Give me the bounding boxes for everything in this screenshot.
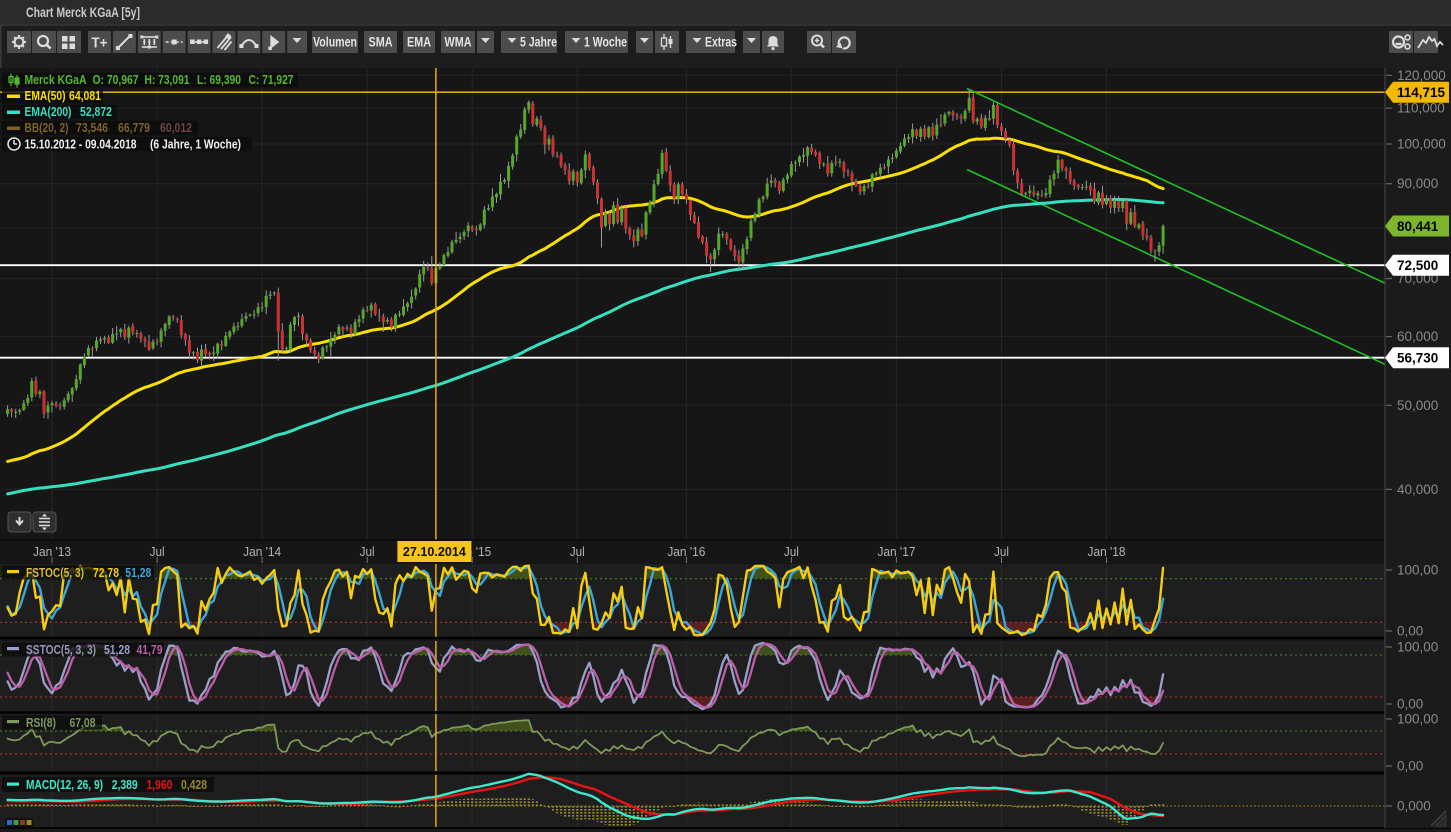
svg-text:114,715: 114,715 [1397, 85, 1446, 100]
svg-text:1,960: 1,960 [146, 777, 172, 792]
svg-text:Jan '13: Jan '13 [33, 544, 71, 559]
svg-text:Jan '18: Jan '18 [1088, 544, 1126, 559]
svg-text:0,00: 0,00 [1397, 697, 1423, 712]
svg-text:O: 70,967: O: 70,967 [93, 72, 139, 87]
svg-text:L: 69,390: L: 69,390 [197, 72, 241, 87]
svg-text:56,730: 56,730 [1397, 351, 1438, 366]
svg-text:60,000: 60,000 [1397, 329, 1438, 344]
svg-text:Extras: Extras [705, 35, 737, 50]
svg-text:100,00: 100,00 [1397, 563, 1438, 578]
svg-text:RSI(8): RSI(8) [26, 715, 56, 730]
svg-text:100,00: 100,00 [1397, 640, 1438, 655]
svg-text:Jul: Jul [570, 544, 585, 559]
svg-text:66,779: 66,779 [118, 120, 150, 135]
svg-text:Chart Merck KGaA [5y]: Chart Merck KGaA [5y] [26, 5, 140, 20]
svg-text:BB(20, 2): BB(20, 2) [25, 120, 69, 135]
svg-text:72,500: 72,500 [1397, 258, 1438, 273]
svg-text:EMA(50): EMA(50) [25, 88, 66, 103]
svg-text:2,389: 2,389 [112, 777, 138, 792]
svg-text:60,012: 60,012 [160, 120, 192, 135]
svg-text:0,00: 0,00 [1397, 624, 1423, 639]
svg-text:FSTOC(5, 3): FSTOC(5, 3) [26, 565, 84, 580]
svg-text:Jul: Jul [360, 544, 375, 559]
svg-text:Merck KGaA: Merck KGaA [25, 72, 87, 87]
svg-text:0,428: 0,428 [181, 777, 207, 792]
svg-text:50,000: 50,000 [1397, 398, 1438, 413]
svg-text:Jan '17: Jan '17 [877, 544, 915, 559]
svg-text:51,28: 51,28 [104, 642, 130, 657]
svg-text:90,000: 90,000 [1397, 176, 1438, 191]
svg-text:100,00: 100,00 [1397, 712, 1438, 727]
svg-text:(6 Jahre, 1 Woche): (6 Jahre, 1 Woche) [150, 137, 241, 152]
svg-text:T+: T+ [92, 35, 108, 52]
svg-text:H: 73,091: H: 73,091 [145, 72, 190, 87]
svg-text:64,081: 64,081 [69, 88, 101, 103]
svg-text:27.10.2014: 27.10.2014 [403, 544, 467, 559]
svg-text:Jul: Jul [994, 544, 1009, 559]
svg-text:SMA: SMA [369, 35, 393, 50]
svg-text:51,28: 51,28 [125, 565, 151, 580]
svg-text:52,872: 52,872 [80, 104, 112, 119]
svg-text:Jul: Jul [784, 544, 799, 559]
svg-text:110,000: 110,000 [1397, 101, 1445, 116]
svg-text:Jul: Jul [150, 544, 165, 559]
svg-text:73,546: 73,546 [76, 120, 108, 135]
svg-text:80,441: 80,441 [1397, 219, 1439, 234]
svg-text:SSTOC(5, 3, 3): SSTOC(5, 3, 3) [26, 642, 96, 657]
svg-text:67,08: 67,08 [70, 715, 96, 730]
svg-text:5 Jahre: 5 Jahre [520, 35, 557, 50]
svg-text:0,000: 0,000 [1397, 799, 1431, 814]
svg-text:120,000: 120,000 [1397, 68, 1446, 83]
svg-text:0,00: 0,00 [1397, 759, 1423, 774]
svg-text:C: 71,927: C: 71,927 [249, 72, 294, 87]
svg-text:15.10.2012 - 09.04.2018: 15.10.2012 - 09.04.2018 [25, 137, 137, 152]
svg-text:Jan '14: Jan '14 [243, 544, 281, 559]
svg-text:EMA(200): EMA(200) [25, 104, 72, 119]
svg-text:Volumen: Volumen [313, 35, 357, 50]
svg-text:WMA: WMA [445, 35, 472, 50]
svg-text:1 Woche: 1 Woche [584, 35, 627, 50]
svg-text:EMA: EMA [407, 35, 431, 50]
svg-text:72,78: 72,78 [93, 565, 119, 580]
svg-text:MACD(12, 26, 9): MACD(12, 26, 9) [26, 777, 103, 792]
svg-text:41,79: 41,79 [137, 642, 163, 657]
svg-text:100,000: 100,000 [1397, 137, 1446, 152]
svg-text:Jan '16: Jan '16 [667, 544, 705, 559]
svg-text:40,000: 40,000 [1397, 482, 1438, 497]
